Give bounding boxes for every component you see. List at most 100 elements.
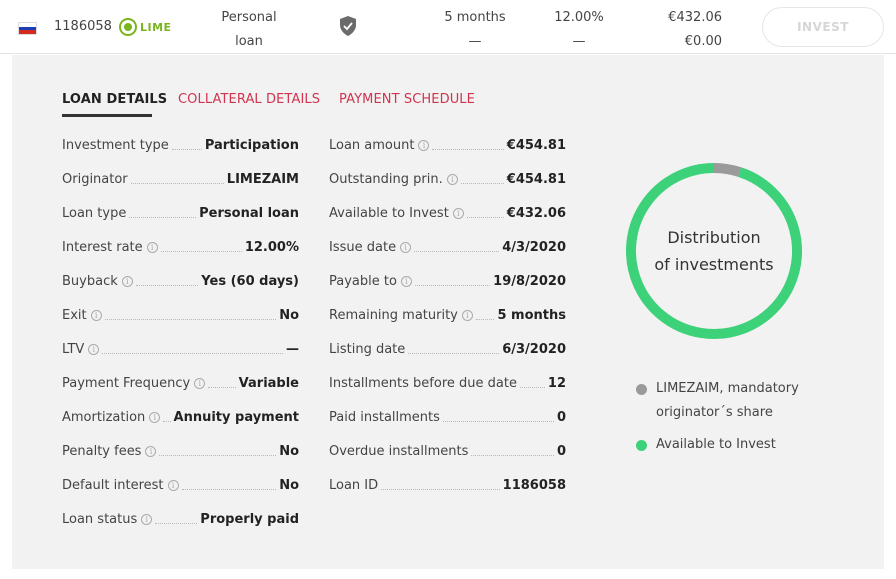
dotted-leader [381, 478, 500, 490]
detail-label: Issue date i [329, 240, 412, 255]
info-icon[interactable]: i [145, 446, 157, 457]
donut-title: Distribution of investments [625, 224, 803, 278]
rate-sub: — [572, 34, 586, 49]
detail-row: Loan type Personal loan [62, 206, 299, 240]
detail-value: No [279, 308, 299, 323]
detail-row: Paid installments 0 [329, 410, 566, 444]
dotted-leader [414, 240, 500, 252]
loan-details-panel: LOAN DETAILS COLLATERAL DETAILS PAYMENT … [12, 55, 884, 569]
dotted-leader [519, 376, 545, 388]
loan-type-line1: Personal [221, 10, 277, 25]
russia-flag-icon [18, 22, 37, 35]
detail-value: Personal loan [199, 206, 299, 221]
info-icon[interactable]: i [146, 242, 158, 253]
interest-rate: 12.00% — [548, 6, 610, 54]
detail-row: Interest rate i 12.00% [62, 240, 299, 274]
detail-value: Participation [204, 138, 299, 153]
detail-row: Exit i No [62, 308, 299, 342]
detail-label: Buyback i [62, 274, 133, 289]
tab-collateral-details[interactable]: COLLATERAL DETAILS [178, 92, 320, 107]
detail-label: Default interest i [62, 478, 179, 493]
info-icon[interactable]: i [149, 412, 161, 423]
detail-row: Remaining maturity i 5 months [329, 308, 566, 342]
details-left-column: Investment type Participation Originator LI… [62, 138, 299, 546]
dotted-leader [181, 478, 277, 490]
dotted-leader [130, 172, 224, 184]
info-icon[interactable]: i [452, 208, 464, 219]
info-icon[interactable]: i [400, 276, 412, 287]
detail-row: Buyback i Yes (60 days) [62, 274, 299, 308]
details-right-column: Loan amount i €454.81 Outstanding prin. i €45… [329, 138, 566, 512]
detail-value: Properly paid [200, 512, 299, 527]
term-sub: — [468, 34, 482, 49]
rate-value: 12.00% [554, 10, 604, 25]
detail-row: Default interest i No [62, 478, 299, 512]
legend-item-mandatory: LIMEZAIM, mandatory originator´s share [636, 377, 836, 425]
detail-row: Amortization i Annuity payment [62, 410, 299, 444]
detail-row: Payment Frequency i Variable [62, 376, 299, 410]
info-icon[interactable]: i [88, 344, 100, 355]
dotted-leader [460, 172, 504, 184]
detail-value: 5 months [497, 308, 566, 323]
detail-label: Paid installments [329, 410, 440, 425]
detail-label: LTV i [62, 342, 100, 357]
info-icon[interactable]: i [400, 242, 412, 253]
originator-logo-text: LIME [140, 20, 172, 34]
detail-label: Loan type [62, 206, 127, 221]
info-icon[interactable]: i [141, 514, 153, 525]
invested-amount: €0.00 [684, 34, 722, 49]
info-icon[interactable]: i [446, 174, 458, 185]
info-icon[interactable]: i [90, 310, 102, 321]
detail-label: Penalty fees i [62, 444, 157, 459]
detail-row: Investment type Participation [62, 138, 299, 172]
amounts: €432.06 €0.00 [660, 6, 722, 54]
info-icon[interactable]: i [194, 378, 206, 389]
detail-row: Payable to i 19/8/2020 [329, 274, 566, 308]
legend-label-mandatory: LIMEZAIM, mandatory originator´s share [656, 381, 799, 420]
loan-type: Personal loan [206, 6, 292, 54]
dotted-leader [104, 308, 277, 320]
detail-label: Amortization i [62, 410, 161, 425]
originator-logo: LIME [119, 18, 172, 36]
detail-label: Loan ID [329, 478, 379, 493]
detail-label: Listing date [329, 342, 406, 357]
detail-label: Loan status i [62, 512, 153, 527]
term: 5 months — [440, 6, 510, 54]
detail-value: No [279, 478, 299, 493]
detail-value: LIMEZAIM [226, 172, 299, 187]
detail-label: Overdue installments [329, 444, 469, 459]
detail-label: Available to Invest i [329, 206, 464, 221]
invest-button[interactable]: INVEST [762, 7, 884, 47]
info-icon[interactable]: i [418, 140, 430, 151]
detail-value: 0 [556, 410, 566, 425]
detail-row: Listing date 6/3/2020 [329, 342, 566, 376]
term-value: 5 months [444, 10, 506, 25]
dotted-leader [471, 444, 554, 456]
info-icon[interactable]: i [461, 310, 473, 321]
info-icon[interactable]: i [121, 276, 133, 287]
detail-label: Installments before due date [329, 376, 517, 391]
detail-label: Interest rate i [62, 240, 158, 255]
detail-row: Penalty fees i No [62, 444, 299, 478]
loan-id: 1186058 [54, 19, 112, 34]
dotted-leader [208, 376, 236, 388]
distribution-legend: LIMEZAIM, mandatory originator´s share A… [636, 377, 836, 457]
legend-item-available: Available to Invest [636, 433, 836, 457]
detail-value: 12.00% [244, 240, 299, 255]
legend-label-available: Available to Invest [656, 437, 776, 452]
dotted-leader [171, 138, 202, 150]
dotted-leader [475, 308, 495, 320]
loan-row[interactable]: 1186058 LIME Personal loan 5 months — 12… [0, 0, 896, 54]
detail-label: Remaining maturity i [329, 308, 473, 323]
detail-value: No [279, 444, 299, 459]
detail-value: 12 [547, 376, 566, 391]
tab-loan-details[interactable]: LOAN DETAILS [62, 92, 167, 107]
detail-row: Issue date i 4/3/2020 [329, 240, 566, 274]
donut-title-line2: of investments [654, 255, 774, 274]
info-icon[interactable]: i [167, 480, 179, 491]
detail-label: Payable to i [329, 274, 412, 289]
tab-payment-schedule[interactable]: PAYMENT SCHEDULE [339, 92, 475, 107]
detail-row: Installments before due date 12 [329, 376, 566, 410]
legend-dot-green [636, 440, 647, 451]
detail-value: €432.06 [506, 206, 566, 221]
